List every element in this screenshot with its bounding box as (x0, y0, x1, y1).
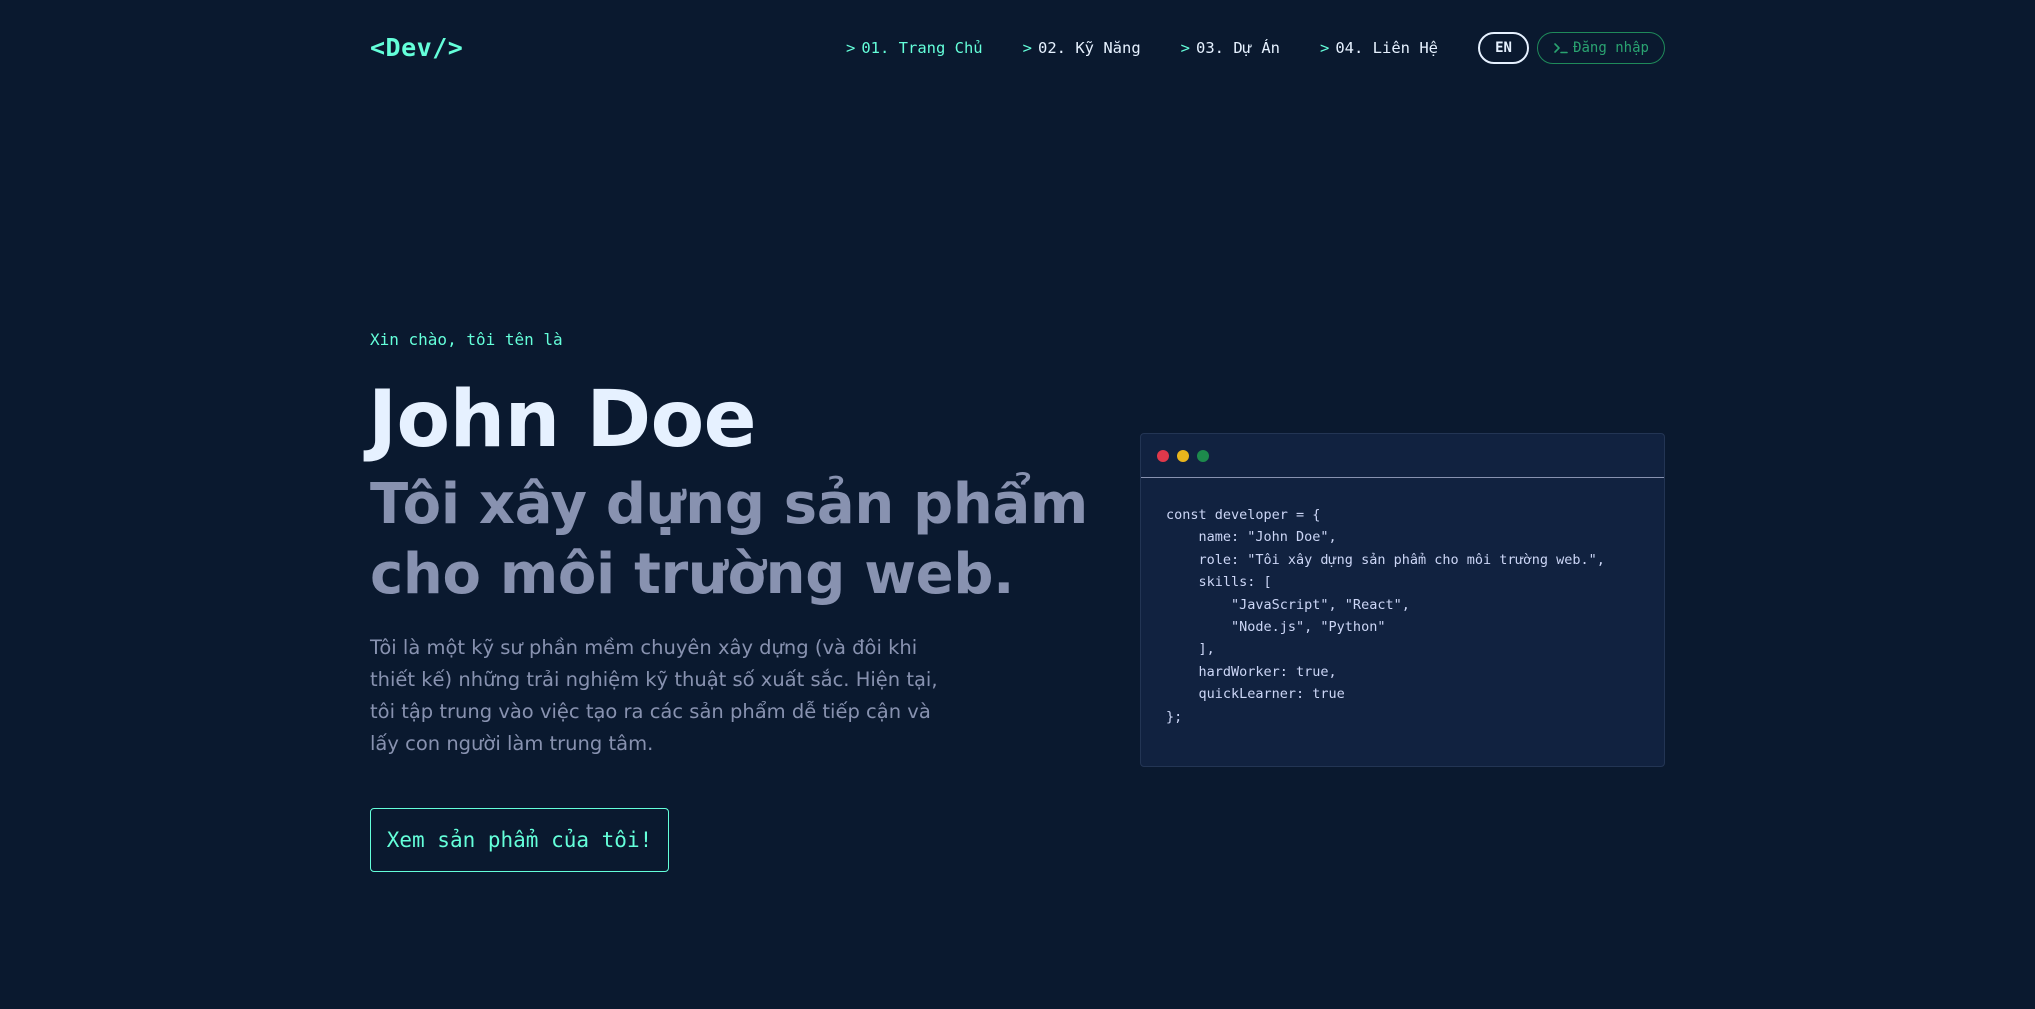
code-line: hardWorker: true, (1166, 663, 1337, 680)
nav-item-contact[interactable]: > 04. Liên Hệ (1320, 39, 1438, 57)
maximize-dot-icon (1197, 449, 1209, 462)
code-line: skills: [ (1166, 574, 1272, 591)
code-line: "JavaScript", "React", (1166, 596, 1410, 613)
nav-label: 02. Kỹ Năng (1038, 39, 1141, 57)
code-line: ], (1166, 641, 1215, 658)
close-dot-icon (1157, 449, 1169, 462)
nav-caret: > (1320, 39, 1330, 57)
nav-caret: > (1022, 39, 1032, 57)
code-line: }; (1166, 708, 1183, 725)
nav-item-projects[interactable]: > 03. Dự Án (1181, 39, 1280, 57)
nav-item-skills[interactable]: > 02. Kỹ Năng (1023, 39, 1141, 57)
login-button[interactable]: Đăng nhập (1537, 32, 1665, 64)
login-label: Đăng nhập (1573, 40, 1649, 56)
terminal-icon (1553, 41, 1569, 55)
minimize-dot-icon (1177, 449, 1189, 462)
view-work-button[interactable]: Xem sản phẩm của tôi! (370, 808, 669, 872)
code-snippet: const developer = { name: "John Doe", ro… (1141, 478, 1664, 728)
code-line: quickLearner: true (1166, 686, 1345, 703)
nav-caret: > (1180, 39, 1190, 57)
code-line: name: "John Doe", (1166, 529, 1337, 546)
code-line: const developer = { (1166, 507, 1321, 523)
nav-label: 04. Liên Hệ (1335, 39, 1438, 57)
main-nav: > 01. Trang Chủ > 02. Kỹ Năng > 03. Dự Á… (846, 32, 1665, 64)
nav-caret: > (845, 39, 856, 57)
code-window: const developer = { name: "John Doe", ro… (1140, 433, 1665, 767)
hero-intro: Tôi là một kỹ sư phần mềm chuyên xây dựn… (370, 636, 938, 755)
hero-tagline: Tôi xây dựng sản phẩm cho môi trường web… (370, 472, 1088, 607)
nav-label: 03. Dự Án (1196, 39, 1280, 57)
logo[interactable]: <Dev/> (370, 30, 463, 66)
code-line: role: "Tôi xây dựng sản phẩm cho môi trư… (1166, 551, 1605, 568)
language-button[interactable]: EN (1478, 32, 1529, 64)
nav-item-home[interactable]: > 01. Trang Chủ (846, 39, 983, 57)
hero-name: John Doe (368, 375, 757, 465)
code-window-titlebar (1141, 434, 1664, 478)
greeting: Xin chào, tôi tên là (370, 330, 563, 349)
code-line: "Node.js", "Python" (1166, 619, 1386, 636)
nav-label: 01. Trang Chủ (861, 39, 983, 57)
